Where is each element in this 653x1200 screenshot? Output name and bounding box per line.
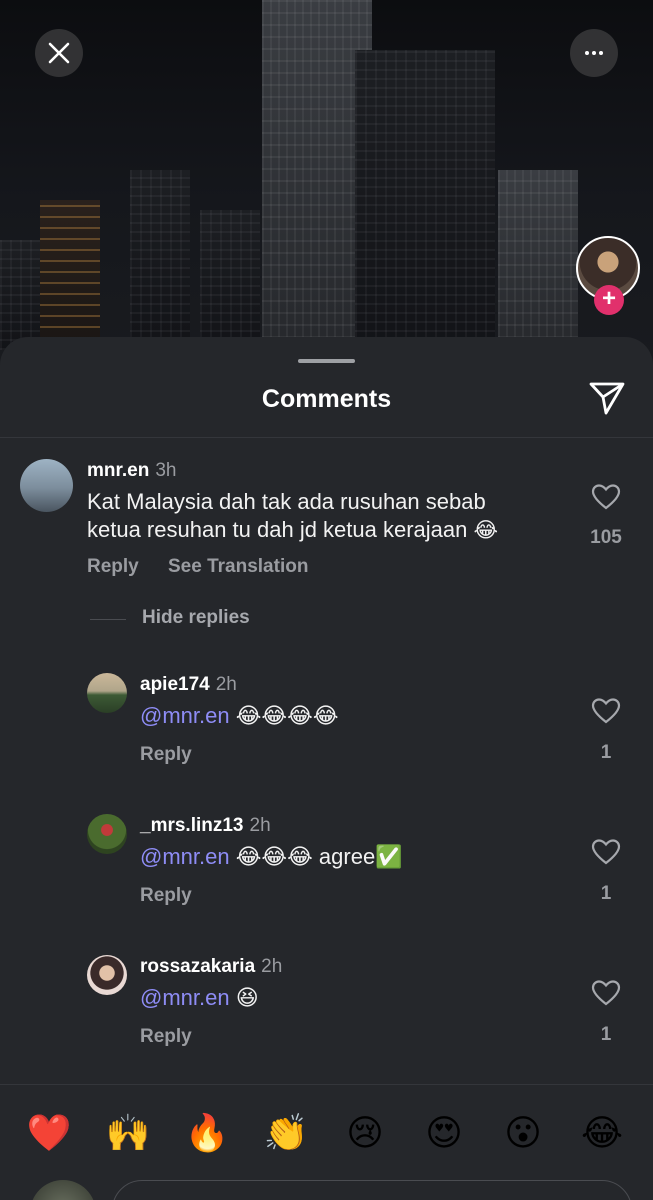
reaction-cry[interactable]: 😢 — [340, 1112, 390, 1154]
comment-username[interactable]: mnr.en 3h — [87, 460, 176, 482]
reaction-fire[interactable]: 🔥 — [182, 1112, 232, 1154]
like-count: 1 — [600, 883, 612, 904]
like-count: 105 — [590, 527, 622, 548]
comment-text: Kat Malaysia dah tak ada rusuhan sebab k… — [87, 489, 499, 542]
reply-button[interactable]: Reply — [140, 1026, 192, 1048]
reaction-clap[interactable]: 👏 — [261, 1112, 311, 1154]
more-options-button[interactable] — [570, 29, 618, 77]
reply-username[interactable]: apie174 2h — [140, 674, 237, 696]
send-icon[interactable] — [588, 380, 626, 416]
heart-icon[interactable] — [591, 483, 621, 511]
current-user-avatar — [30, 1180, 96, 1200]
avatar[interactable] — [87, 673, 127, 713]
replies-divider — [90, 619, 126, 620]
avatar[interactable] — [87, 955, 127, 995]
close-icon — [48, 42, 70, 64]
reply-text: @mnr.en 😂😂😂😂 — [140, 703, 339, 728]
reply-text: @mnr.en 😆 — [140, 985, 259, 1010]
reply-button[interactable]: Reply — [87, 556, 139, 578]
header-divider — [0, 437, 653, 438]
avatar[interactable] — [87, 814, 127, 854]
reaction-raised-hands[interactable]: 🙌 — [103, 1112, 153, 1154]
heart-icon[interactable] — [591, 838, 621, 866]
avatar[interactable] — [20, 459, 73, 512]
heart-icon[interactable] — [591, 697, 621, 725]
comments-sheet: Comments mnr.en 3h Kat Malaysia dah tak a… — [0, 337, 653, 1200]
reply-button[interactable]: Reply — [140, 885, 192, 907]
heart-icon[interactable] — [591, 979, 621, 1007]
drag-handle[interactable] — [298, 359, 355, 363]
plus-icon[interactable]: + — [594, 285, 624, 315]
reply-username[interactable]: _mrs.linz13 2h — [140, 815, 271, 837]
reaction-laugh[interactable]: 😂 — [577, 1112, 627, 1154]
reaction-heart[interactable]: ❤️ — [24, 1112, 74, 1154]
hide-replies-button[interactable]: Hide replies — [142, 607, 250, 629]
like-count: 1 — [600, 1024, 612, 1045]
emoji-reaction-bar: ❤️ 🙌 🔥 👏 😢 😍 😮 😂 — [0, 1112, 653, 1158]
reaction-surprised[interactable]: 😮 — [498, 1112, 548, 1154]
reactions-divider — [0, 1084, 653, 1085]
see-translation-button[interactable]: See Translation — [168, 556, 308, 578]
more-icon — [584, 51, 605, 55]
reply-text: @mnr.en 😂😂😂 agree✅ — [140, 844, 403, 869]
close-button[interactable] — [35, 29, 83, 77]
reply-button[interactable]: Reply — [140, 744, 192, 766]
reply-username[interactable]: rossazakaria 2h — [140, 956, 282, 978]
reaction-heart-eyes[interactable]: 😍 — [419, 1112, 469, 1154]
comment-input[interactable] — [112, 1180, 632, 1200]
like-count: 1 — [600, 742, 612, 763]
sheet-title: Comments — [261, 385, 392, 413]
